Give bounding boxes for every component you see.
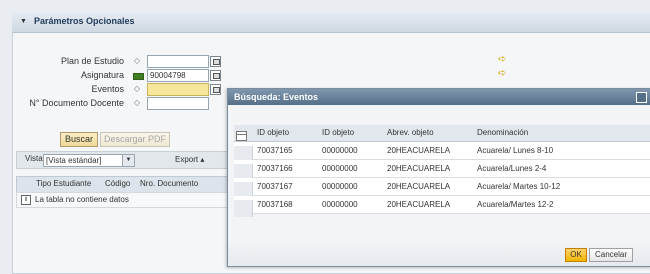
cell-abrev: 20HEACUARELA	[387, 200, 451, 209]
eventos-label: Eventos	[91, 84, 124, 94]
buscar-button[interactable]: Buscar	[60, 132, 98, 147]
navigate-arrow-icon[interactable]: ➪	[498, 54, 506, 65]
cell-id: 70037168	[257, 200, 293, 209]
value-help-icon[interactable]	[210, 84, 221, 95]
empty-text: La tabla no contiene datos	[35, 195, 129, 204]
column-header[interactable]: Nro. Documento	[140, 179, 198, 188]
empty-table-row: i La tabla no contiene datos	[16, 192, 233, 208]
value-help-icon[interactable]	[210, 70, 221, 81]
cell-id2: 00000000	[322, 146, 358, 155]
dialog-title: Búsqueda: Eventos	[234, 92, 319, 102]
optional-diamond-icon: ◇	[133, 98, 141, 107]
cancel-button[interactable]: Cancelar	[589, 248, 633, 262]
table-row[interactable]: 70037167 00000000 20HEACUARELA Acuarela/…	[234, 178, 650, 199]
cell-id: 70037165	[257, 146, 293, 155]
navigate-arrow-icon[interactable]: ➪	[498, 68, 506, 79]
doc-input[interactable]	[147, 97, 209, 110]
cell-id2: 00000000	[322, 164, 358, 173]
dialog-title-bar[interactable]: Búsqueda: Eventos	[228, 89, 650, 105]
eventos-input[interactable]	[147, 83, 209, 96]
cell-denominacion: Acuarela/ Martes 10-12	[477, 182, 561, 191]
column-header[interactable]: Tipo Estudiante	[36, 179, 91, 188]
column-header[interactable]: ID objeto	[322, 128, 354, 137]
asignatura-label: Asignatura	[80, 70, 124, 80]
cell-id2: 00000000	[322, 200, 358, 209]
optional-diamond-icon: ◇	[133, 84, 141, 93]
vista-select[interactable]: [Vista estándar] ▼	[43, 154, 135, 167]
table-toolbar: Vista [Vista estándar] ▼ Export ▴	[16, 151, 233, 169]
results-table-header: ID objeto ID objeto Abrev. objeto Denomi…	[234, 125, 650, 142]
table-row[interactable]: 70037165 00000000 20HEACUARELA Acuarela/…	[234, 142, 650, 163]
cell-id2: 00000000	[322, 182, 358, 191]
column-header[interactable]: ID objeto	[257, 128, 289, 137]
table-row[interactable]: 70037166 00000000 20HEACUARELA Acuarela/…	[234, 160, 650, 181]
value-help-icon[interactable]	[210, 56, 221, 67]
plan-label: Plan de Estudio	[60, 56, 124, 66]
column-header[interactable]: Denominación	[477, 128, 528, 137]
vista-value: [Vista estándar]	[46, 156, 102, 165]
ok-button[interactable]: OK	[565, 248, 587, 262]
column-header[interactable]: Abrev. objeto	[387, 128, 434, 137]
cell-denominacion: Acuarela/ Lunes 8-10	[477, 146, 554, 155]
descargar-pdf-button: Descargar PDF	[100, 132, 170, 147]
panel-header[interactable]: ▼ Parámetros Opcionales	[12, 12, 650, 33]
dialog-footer: OK Cancelar	[228, 241, 650, 266]
cell-abrev: 20HEACUARELA	[387, 182, 451, 191]
cell-id: 70037166	[257, 164, 293, 173]
required-green-icon	[133, 73, 144, 80]
plan-input[interactable]	[147, 55, 209, 68]
doc-label: N° Documento Docente	[29, 98, 124, 108]
cell-denominacion: Acuarela/Martes 12-2	[477, 200, 554, 209]
vista-label: Vista	[25, 154, 43, 163]
panel-title: Parámetros Opcionales	[34, 16, 135, 26]
search-dialog: Búsqueda: Eventos ID objeto ID objeto Ab…	[227, 88, 650, 267]
collapse-triangle-icon[interactable]: ▼	[20, 18, 27, 25]
table-row[interactable]: 70037168 00000000 20HEACUARELA Acuarela/…	[234, 196, 650, 217]
asignatura-input[interactable]: 90004798	[147, 69, 209, 82]
optional-diamond-icon: ◇	[133, 56, 141, 65]
maximize-icon[interactable]	[636, 92, 647, 103]
cell-denominacion: Acuarela/Lunes 2-4	[477, 164, 547, 173]
cell-id: 70037167	[257, 182, 293, 191]
chevron-down-icon[interactable]: ▼	[122, 155, 134, 166]
cell-abrev: 20HEACUARELA	[387, 146, 451, 155]
row-selector[interactable]	[234, 200, 253, 217]
results-table: ID objeto ID objeto Abrev. objeto Denomi…	[234, 125, 650, 217]
export-button[interactable]: Export ▴	[175, 155, 204, 164]
table-header: Tipo Estudiante Código Nro. Documento	[16, 176, 233, 193]
column-header[interactable]: Código	[105, 179, 130, 188]
info-icon: i	[21, 195, 31, 205]
cell-abrev: 20HEACUARELA	[387, 164, 451, 173]
table-settings-icon[interactable]	[236, 131, 247, 141]
